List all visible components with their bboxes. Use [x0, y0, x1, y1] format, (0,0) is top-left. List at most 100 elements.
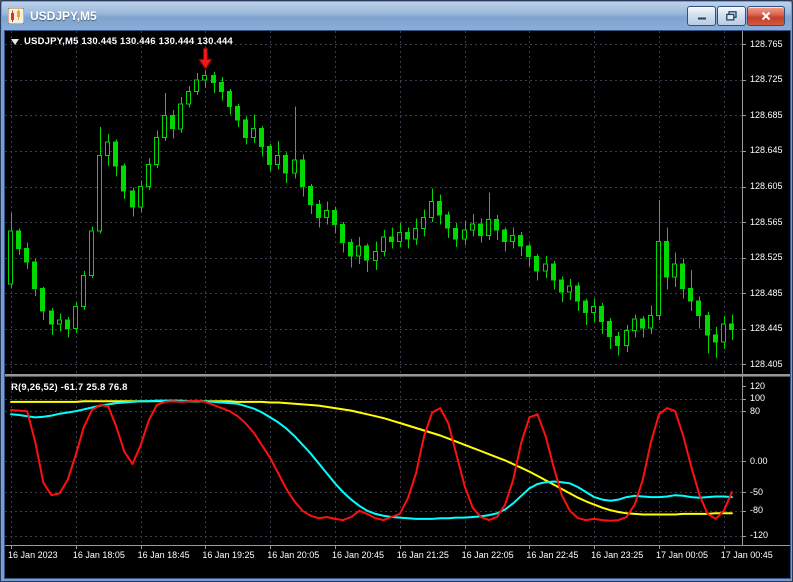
- chart-client-area: USDJPY,M5 130.445 130.446 130.444 130.44…: [4, 30, 791, 579]
- candle-bull: [194, 79, 199, 93]
- candle-bear: [664, 241, 669, 278]
- candle-bull: [105, 141, 110, 156]
- candle-bear: [170, 114, 175, 130]
- indicator-line-medium: [10, 399, 733, 520]
- minimize-button[interactable]: [687, 6, 716, 26]
- candle-bull: [567, 285, 572, 293]
- time-axis-label: 16 Jan 22:45: [526, 550, 579, 560]
- time-axis-label: 16 Jan 18:45: [137, 550, 190, 560]
- candle-bull: [186, 90, 191, 105]
- candle-bear: [607, 321, 612, 338]
- price-axis-label: 128.645: [750, 145, 783, 156]
- time-axis-label: 16 Jan 19:25: [202, 550, 255, 560]
- indicator-axis-label: 100: [750, 393, 766, 404]
- candle-bear: [364, 245, 369, 261]
- candle-bear: [65, 319, 70, 330]
- candle-bear: [300, 159, 305, 188]
- close-button[interactable]: [747, 6, 785, 26]
- candle-bull: [543, 263, 548, 272]
- candle-bear: [437, 201, 442, 216]
- price-axis-label: 128.565: [750, 216, 783, 227]
- candle-bull: [162, 114, 167, 139]
- time-axis-label: 17 Jan 00:05: [655, 550, 708, 560]
- time-axis-label: 16 Jan 22:05: [461, 550, 514, 560]
- ohlc-text: USDJPY,M5 130.445 130.446 130.444 130.44…: [24, 36, 233, 47]
- time-axis-label: 16 Jan 20:05: [267, 550, 320, 560]
- candle-bear: [405, 232, 410, 240]
- indicator-axis-label: -120: [750, 530, 769, 541]
- candle-bear: [227, 90, 232, 108]
- candle-bull: [81, 274, 86, 307]
- candle-bull: [397, 232, 402, 243]
- candle-bear: [502, 229, 507, 243]
- candle-bear: [478, 223, 483, 236]
- candle-bear: [40, 288, 45, 312]
- candle-bear: [113, 141, 118, 167]
- candle-bear: [340, 224, 345, 243]
- time-axis-label: 16 Jan 23:25: [591, 550, 644, 560]
- mt4-chart-window: USDJPY,M5 USDJPY,M5 130.445 130.446 130.…: [0, 0, 793, 582]
- indicator-axis-label: -80: [750, 505, 764, 516]
- candle-bull: [146, 163, 151, 188]
- time-axis-label: 16 Jan 2023: [8, 550, 58, 560]
- candle-bear: [348, 242, 353, 257]
- time-axis-label: 16 Jan 18:05: [72, 550, 125, 560]
- window-title: USDJPY,M5: [30, 9, 97, 23]
- candle-bull: [73, 306, 78, 330]
- candle-bear: [32, 261, 37, 290]
- candle-bear: [332, 210, 337, 226]
- indicator-axis-label: 80: [750, 405, 761, 416]
- candle-bear: [283, 154, 288, 174]
- candle-bear: [494, 218, 499, 231]
- price-axis-label: 128.685: [750, 109, 783, 120]
- candle-bear: [259, 128, 264, 147]
- indicator-axis-label: 120: [750, 380, 766, 391]
- candle-bull: [275, 154, 280, 165]
- candle-bear: [583, 300, 588, 314]
- candle-bull: [8, 230, 13, 285]
- price-axis-label: 128.605: [750, 181, 783, 191]
- candle-bear: [453, 227, 458, 240]
- sell-arrow-icon: [198, 47, 213, 71]
- price-axis-label: 128.405: [750, 358, 783, 369]
- indicator-axis-label: 0.00: [750, 455, 768, 466]
- candle-bull: [97, 154, 102, 232]
- candle-bull: [413, 227, 418, 240]
- candle-bear: [518, 234, 523, 247]
- candle-bear: [243, 119, 248, 139]
- title-bar[interactable]: USDJPY,M5: [2, 2, 791, 30]
- candle-bull: [462, 229, 467, 240]
- candle-bear: [24, 248, 29, 263]
- candle-bull: [202, 74, 207, 81]
- candle-bull: [648, 314, 653, 329]
- candle-bear: [680, 263, 685, 290]
- candle-bear: [235, 106, 240, 121]
- indicator-axis-label: -50: [750, 486, 764, 497]
- chart-plot-surface[interactable]: [5, 31, 790, 578]
- candle-bull: [89, 230, 94, 276]
- candle-bear: [705, 314, 710, 336]
- restore-button[interactable]: [717, 6, 746, 26]
- candle-bear: [713, 334, 718, 343]
- candle-bear: [729, 323, 734, 331]
- candle-bull: [356, 245, 361, 257]
- candle-bear: [16, 230, 21, 250]
- candle-bear: [551, 263, 556, 281]
- candle-bull: [721, 323, 726, 343]
- candle-bear: [615, 336, 620, 347]
- candle-bear: [526, 245, 531, 258]
- candle-bear: [445, 214, 450, 229]
- candle-bear: [121, 165, 126, 192]
- candle-bull: [429, 201, 434, 219]
- time-axis-label: 17 Jan 00:45: [720, 550, 773, 560]
- candlestick-chart[interactable]: USDJPY,M5 130.445 130.446 130.444 130.44…: [5, 31, 790, 578]
- candle-bear: [599, 306, 604, 323]
- candle-bull: [421, 217, 426, 229]
- price-axis-label: 128.525: [750, 252, 783, 263]
- indicator-line-fast: [10, 399, 733, 522]
- price-axis-label: 128.725: [750, 74, 783, 85]
- candle-bull: [292, 159, 297, 174]
- candle-bear: [640, 318, 645, 329]
- candle-bear: [575, 285, 580, 302]
- candle-bull: [624, 330, 629, 347]
